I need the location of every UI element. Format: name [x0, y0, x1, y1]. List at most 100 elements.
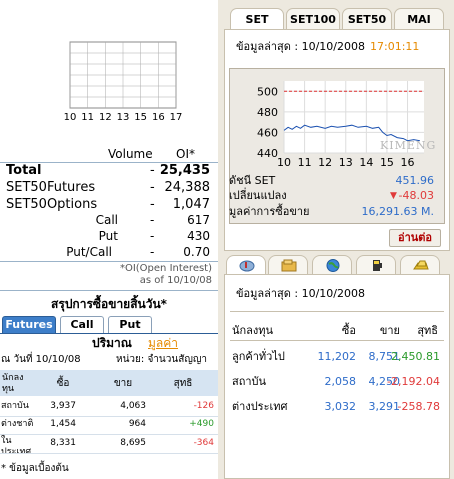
stat-value: -48.03: [398, 189, 434, 202]
daily-row-sell: 964: [128, 419, 146, 429]
daily-row-name: ใน ประเทศ: [1, 436, 32, 457]
tab-set50[interactable]: SET50: [342, 8, 392, 30]
summary-row-value: 0.70: [183, 245, 210, 259]
divider: [0, 261, 218, 262]
divider: [0, 290, 218, 291]
mini-x-tick-label: 16: [152, 112, 165, 122]
summary-row-label: Total: [6, 163, 42, 178]
mini-x-tick-label: 10: [64, 112, 77, 122]
investor-updated-label: ข้อมูลล่าสุด : 10/10/2008: [236, 287, 365, 300]
daily-row-sell: 4,063: [120, 401, 146, 411]
x-tick-label: 10: [277, 156, 291, 169]
investor-header-buy: ซื้อ: [341, 324, 356, 337]
summary-row-label: Put: [98, 229, 118, 243]
summary-row-label: Put/Call: [66, 245, 112, 259]
mini-x-tick-label: 17: [170, 112, 182, 122]
tab-set100[interactable]: SET100: [286, 8, 340, 30]
summary-row-value: 617: [187, 213, 210, 227]
header-investor: นักลง ทุน: [2, 373, 24, 394]
investor-header-name: นักลงทุน: [232, 324, 274, 337]
x-tick-label: 16: [401, 156, 415, 169]
divider: [230, 340, 444, 341]
unit-label: หน่วย: จำนวนสัญญา: [116, 354, 207, 365]
tab-mai[interactable]: MAI: [394, 8, 444, 30]
investor-header-net: สุทธิ: [417, 324, 438, 337]
summary-row-label: SET50Options: [6, 197, 98, 212]
daily-row-name: ต่างชาติ: [1, 419, 34, 429]
daily-row-sell: 8,695: [120, 438, 146, 448]
investor-header-sell: ขาย: [379, 324, 400, 337]
read-more-button[interactable]: อ่านต่อ: [389, 229, 441, 247]
oi-header: OI*: [176, 147, 195, 161]
tab-futures[interactable]: Futures: [2, 316, 56, 333]
investor-row-name: สถาบัน: [232, 375, 267, 388]
summary-row-value: 24,388: [164, 180, 211, 195]
daily-row-buy: 1,454: [50, 419, 76, 429]
x-tick-label: 12: [318, 156, 332, 169]
header-sell: ขาย: [113, 378, 133, 389]
chart-icon: [239, 260, 255, 272]
mode-value-link[interactable]: มูลค่า: [148, 336, 178, 350]
summary-row-dash: -: [150, 197, 155, 212]
investor-row-net: -258.78: [397, 400, 440, 413]
index-updated-time: 17:01:11: [370, 40, 420, 53]
tab-folder[interactable]: [268, 255, 308, 275]
tab-call[interactable]: Call: [60, 316, 104, 333]
mini-chart-grid: [69, 41, 177, 109]
daily-summary-title: สรุปการซื้อขายสิ้นวัน*: [51, 297, 167, 311]
tab-chart[interactable]: [226, 255, 266, 275]
daily-row-net: -126: [193, 401, 214, 411]
tab-fuel[interactable]: [356, 255, 396, 275]
summary-row-value: 25,435: [159, 163, 210, 178]
mode-volume[interactable]: ปริมาณ: [92, 336, 132, 350]
summary-row-value: 1,047: [172, 197, 210, 212]
tab-gold[interactable]: [400, 255, 440, 275]
tab-set[interactable]: SET: [230, 8, 284, 30]
daily-row-buy: 3,937: [50, 401, 76, 411]
x-tick-label: 14: [359, 156, 373, 169]
chart-y-ticks: 440 460 480 500: [257, 85, 278, 160]
tab-underline: [0, 333, 218, 334]
oi-date-note: as of 10/10/08: [139, 275, 212, 286]
watermark: KIMENG: [380, 139, 436, 152]
stat-value: 451.96: [395, 174, 435, 187]
stat-label: ดัชนี SET: [229, 174, 276, 187]
header-net: สุทธิ: [173, 378, 193, 389]
footnote: * ข้อมูลเบื้องต้น: [1, 463, 69, 474]
row-divider: [0, 416, 218, 417]
mini-x-tick-label: 15: [134, 112, 147, 122]
mini-chart-x-ticks: 10 11 12 13 15 16 17: [64, 112, 182, 122]
date-label: ณ วันที่ 10/10/08: [1, 354, 81, 365]
summary-row-dash: -: [150, 213, 155, 227]
mini-x-tick-label: 11: [81, 112, 94, 122]
globe-icon: [326, 259, 340, 272]
summary-row-dash: -: [150, 180, 155, 195]
tab-put[interactable]: Put: [108, 316, 152, 333]
daily-row-buy: 8,331: [50, 438, 76, 448]
daily-row-name: สถาบัน: [1, 401, 29, 411]
investor-row-buy: 2,058: [324, 375, 357, 388]
tab-globe[interactable]: [312, 255, 352, 275]
x-tick-label: 11: [298, 156, 312, 169]
stat-label: เปลี่ยนแปลง: [229, 189, 287, 202]
index-updated-label: ข้อมูลล่าสุด : 10/10/2008: [236, 40, 365, 53]
investor-row-net: 2,450.81: [391, 350, 440, 363]
stat-value: 16,291.63 M.: [361, 205, 434, 218]
divider: [230, 311, 444, 312]
x-tick-label: 15: [380, 156, 394, 169]
x-tick-label: 13: [339, 156, 353, 169]
fuel-icon: [373, 260, 382, 271]
investor-row-buy: 11,202: [317, 350, 357, 363]
oi-note: *OI(Open Interest): [119, 263, 212, 274]
row-divider: [0, 434, 218, 435]
volume-header: Volume: [108, 147, 153, 161]
header-buy: ซื้อ: [56, 378, 70, 389]
folder-icon: [281, 259, 297, 272]
summary-row-value: 430: [187, 229, 210, 243]
y-tick-label: 480: [257, 106, 278, 119]
stat-label: มูลค่าการซื้อขาย: [229, 205, 310, 218]
mini-chart: 10 11 12 13 15 16 17: [64, 41, 182, 122]
investor-row-buy: 3,032: [324, 400, 357, 413]
y-tick-label: 460: [257, 126, 278, 139]
investor-row-name: ลูกค้าทั่วไป: [232, 350, 285, 363]
